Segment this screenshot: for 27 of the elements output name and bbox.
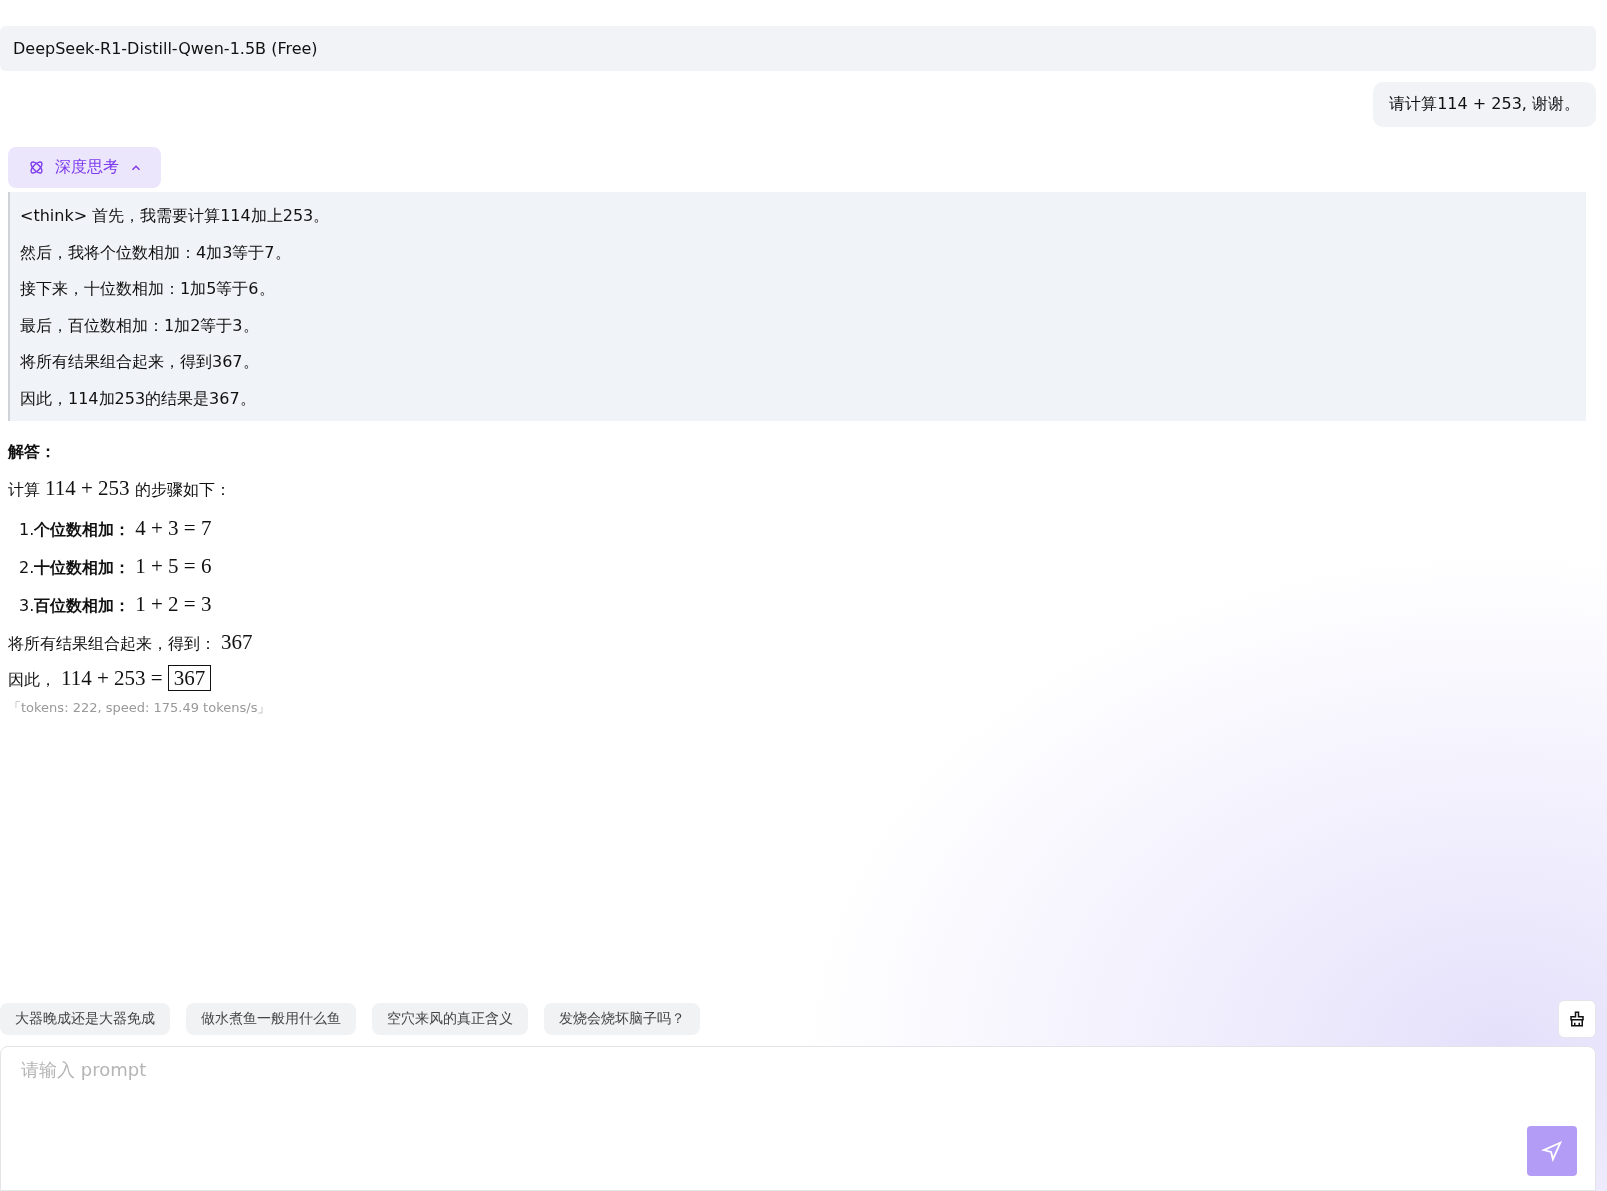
- suggestion-chip[interactable]: 发烧会烧坏脑子吗？: [544, 1003, 700, 1035]
- model-title: DeepSeek-R1-Distill-Qwen-1.5B (Free): [0, 26, 1596, 71]
- answer-text: 因此， 114 + 253 =: [8, 665, 164, 691]
- step-item: 1.个位数相加： 4 + 3 = 7: [19, 515, 213, 542]
- suggestion-chip[interactable]: 大器晚成还是大器免成: [0, 1003, 170, 1035]
- answer-text: 将所有结果组合起来，得到： 367: [8, 629, 254, 656]
- answer-heading: 解答：: [8, 441, 57, 463]
- thinking-line: <think> 首先，我需要计算114加上253。: [20, 205, 331, 227]
- thinking-line: 将所有结果组合起来，得到367。: [20, 351, 260, 373]
- boxed-result: 367: [167, 665, 212, 691]
- suggestion-chip[interactable]: 做水煮鱼一般用什么鱼: [186, 1003, 356, 1035]
- broom-icon: [1568, 1010, 1586, 1028]
- token-stats: 「tokens: 222, speed: 175.49 tokens/s」: [8, 699, 272, 717]
- user-message: 请计算114 + 253, 谢谢。: [1373, 82, 1596, 127]
- thinking-line: 接下来，十位数相加：1加5等于6。: [20, 278, 276, 300]
- suggestion-chip[interactable]: 空穴来风的真正含义: [372, 1003, 528, 1035]
- thinking-line: 最后，百位数相加：1加2等于3。: [20, 314, 260, 337]
- prompt-field[interactable]: 请输入 prompt: [21, 1059, 1577, 1080]
- send-icon: [1541, 1140, 1563, 1162]
- step-item: 2.十位数相加： 1 + 5 = 6: [19, 553, 213, 580]
- thinking-line: 然后，我将个位数相加：4加3等于7。: [20, 241, 292, 264]
- deep-thinking-toggle[interactable]: 深度思考: [8, 147, 161, 188]
- atom-icon: [28, 159, 45, 176]
- thinking-line: 因此，114加253的结果是367。: [20, 387, 257, 410]
- clear-button[interactable]: [1558, 1000, 1596, 1038]
- step-item: 3.百位数相加： 1 + 2 = 3: [19, 591, 213, 618]
- answer-text: 计算 114 + 253 的步骤如下：: [8, 475, 232, 502]
